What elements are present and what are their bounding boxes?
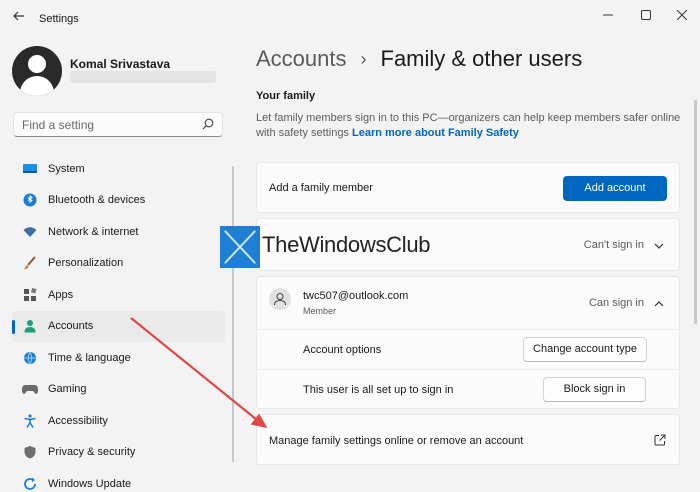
sidebar-item-label: Accessibility [48,414,108,427]
chevron-down-icon[interactable] [653,240,665,252]
watermark-text: TheWindowsClub [262,232,431,257]
main-scrollbar[interactable] [694,100,697,324]
chevron-up-icon[interactable] [653,298,665,310]
minimize-icon[interactable] [593,6,623,26]
title-bar: Settings [0,0,700,34]
maximize-icon[interactable] [631,6,661,26]
member-role: Member [303,306,337,316]
member-email: twc507@outlook.com [303,290,409,302]
close-icon[interactable] [667,6,697,26]
app-title: Settings [39,13,79,25]
sidebar-item-network[interactable]: Network & internet [12,216,225,248]
sidebar-item-time-language[interactable]: Time & language [12,342,225,374]
sidebar-item-apps[interactable]: Apps [12,279,225,311]
external-link-icon[interactable] [654,434,666,446]
sidebar-item-windows-update[interactable]: Windows Update [12,468,225,492]
page-title: Family & other users [380,46,583,71]
sidebar-item-label: Accounts [48,320,94,333]
breadcrumb: Accounts › Family & other users [256,46,582,72]
profile-avatar[interactable] [12,46,62,96]
sidebar-item-label: Gaming [48,383,87,396]
system-icon [22,161,38,177]
sidebar-item-label: Privacy & security [48,446,136,459]
gamepad-icon [22,381,38,397]
sidebar-scrollbar[interactable] [232,166,234,462]
manage-family-online-card[interactable]: Manage family settings online or remove … [256,414,680,465]
sidebar-item-label: Time & language [48,351,131,364]
profile-name: Komal Srivastava [70,57,171,71]
user-status: Can't sign in [583,239,644,251]
family-safety-link[interactable]: Learn more about Family Safety [352,127,519,139]
sidebar-item-accounts[interactable]: Accounts [12,310,225,342]
sidebar-item-label: Personalization [48,257,124,270]
sidebar-item-label: Apps [48,288,74,301]
member-card: twc507@outlook.com Member Can sign in Ac… [256,276,680,409]
add-family-member-card: Add a family member Add account [256,162,680,213]
search-box[interactable] [13,112,223,137]
search-input[interactable] [22,118,202,132]
divider [257,369,679,370]
accessibility-icon [22,413,38,429]
add-family-member-label: Add a family member [269,182,373,194]
sidebar-item-label: Bluetooth & devices [48,194,146,207]
breadcrumb-separator: › [360,48,367,69]
back-arrow-icon[interactable] [10,9,28,27]
sidebar-item-system[interactable]: System [12,153,225,185]
sidebar-nav: System Bluetooth & devices Network & int… [12,153,225,492]
profile-email-redacted [70,71,216,83]
breadcrumb-parent[interactable]: Accounts [256,46,347,72]
apps-icon [22,287,38,303]
bluetooth-icon [22,192,38,208]
account-options-label: Account options [303,344,382,356]
add-account-button[interactable]: Add account [563,176,667,201]
sidebar-item-personalization[interactable]: Personalization [12,248,225,280]
sidebar-item-accessibility[interactable]: Accessibility [12,405,225,437]
wifi-icon [22,224,38,240]
block-sign-in-button[interactable]: Block sign in [543,377,646,402]
globe-icon [22,350,38,366]
windows-club-logo [220,226,260,268]
active-indicator [12,319,15,334]
person-icon [22,318,38,334]
section-title: Your family [256,90,316,102]
sidebar-item-label: Network & internet [48,225,139,238]
sidebar-item-gaming[interactable]: Gaming [12,374,225,406]
sidebar-item-label: System [48,162,85,175]
sidebar-item-bluetooth[interactable]: Bluetooth & devices [12,185,225,217]
sign-in-status-label: This user is all set up to sign in [303,384,454,396]
member-status: Can sign in [588,297,644,309]
sidebar-item-label: Windows Update [48,477,132,490]
brush-icon [22,255,38,271]
manage-family-label: Manage family settings online or remove … [269,435,524,447]
update-icon [22,476,38,492]
section-description: Let family members sign in to this PC—or… [256,111,688,141]
sidebar-item-privacy[interactable]: Privacy & security [12,437,225,469]
shield-icon [22,444,38,460]
search-icon[interactable] [202,118,214,130]
change-account-type-button[interactable]: Change account type [523,337,647,362]
user-avatar-icon [269,288,291,310]
divider [257,329,679,330]
